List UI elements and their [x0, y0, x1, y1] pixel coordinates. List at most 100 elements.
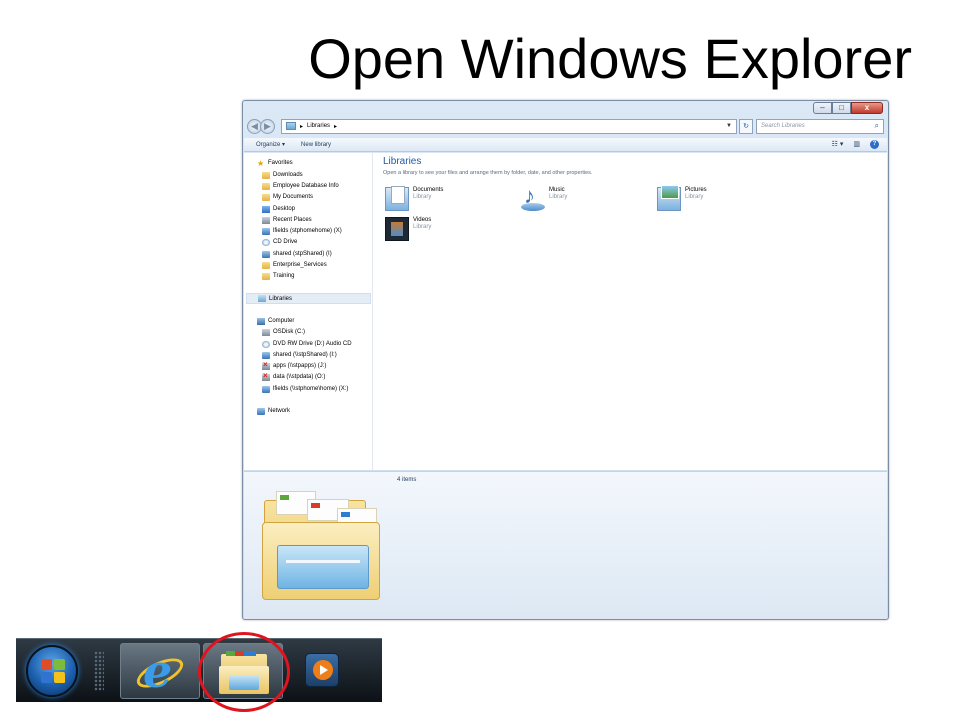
nav-computer[interactable]: Computer	[257, 316, 294, 326]
nav-item-enterprise-services[interactable]: Enterprise_Services	[262, 260, 327, 270]
address-dropdown-icon[interactable]: ▼	[726, 123, 736, 129]
content-pane: Libraries Open a library to see your fil…	[375, 153, 887, 470]
pictures-library-icon	[657, 185, 681, 211]
library-kind: Library	[413, 224, 432, 230]
address-crumb-libraries[interactable]: Libraries	[307, 123, 330, 129]
nav-label: Employee Database Info	[273, 183, 339, 189]
highlight-circle	[198, 632, 290, 712]
forward-button[interactable]: ▶	[260, 118, 275, 134]
nav-network[interactable]: Network	[257, 406, 290, 416]
preview-pane-button[interactable]: ▥	[853, 140, 860, 149]
library-kind: Library	[413, 194, 432, 200]
hard-drive-icon	[262, 328, 270, 336]
library-videos[interactable]: Videos Library	[385, 217, 431, 241]
nav-item-data-drive[interactable]: data (\\stpdata) (O:)	[262, 371, 326, 382]
nav-item-recent-places[interactable]: Recent Places	[262, 215, 312, 225]
caption-buttons: – □ x	[813, 102, 883, 114]
nav-label: Computer	[268, 318, 295, 324]
disconnected-drive-icon	[262, 371, 270, 381]
nav-item-shared-drive[interactable]: shared (\\stpShared) (I:)	[262, 350, 337, 360]
network-drive-icon	[262, 227, 270, 235]
library-name: Music	[549, 187, 565, 193]
content-description: Open a library to see your files and arr…	[383, 170, 593, 176]
new-library-button[interactable]: New library	[301, 142, 331, 148]
nav-label: lfields (\\stphome\home) (X:)	[273, 386, 349, 392]
search-input[interactable]: Search Libraries ⌕	[756, 118, 884, 134]
nav-item-shared-i[interactable]: shared (stpShared) (I)	[262, 249, 332, 259]
network-drive-icon	[262, 250, 270, 258]
library-name: Documents	[413, 187, 444, 193]
library-name: Pictures	[685, 187, 707, 193]
libraries-folder-icon	[286, 122, 296, 130]
folder-icon	[262, 171, 270, 179]
address-bar[interactable]: ▸ Libraries ▸ ▼	[281, 118, 737, 134]
recent-places-icon	[262, 216, 270, 224]
refresh-button[interactable]: ↻	[739, 118, 753, 134]
close-button[interactable]: x	[851, 102, 883, 114]
media-player-icon[interactable]	[305, 653, 339, 687]
address-separator[interactable]: ▸	[334, 123, 337, 130]
nav-label: DVD RW Drive (D:) Audio CD	[273, 341, 352, 347]
change-view-button[interactable]: ☷ ▾	[832, 140, 844, 149]
cd-drive-icon	[262, 238, 270, 246]
window-body: ★ Favorites Downloads Employee Database …	[244, 153, 887, 470]
help-icon[interactable]: ?	[870, 140, 879, 149]
search-icon[interactable]: ⌕	[875, 121, 879, 131]
folder-icon	[262, 261, 270, 269]
music-library-icon	[521, 183, 545, 211]
explorer-window: – □ x ◀ ▶ ▸ Libraries ▸ ▼ ↻ Search Libra…	[242, 100, 889, 620]
nav-label: Training	[273, 273, 295, 279]
library-kind: Library	[549, 194, 568, 200]
nav-label: Favorites	[268, 160, 293, 166]
documents-library-icon	[385, 186, 409, 211]
content-heading: Libraries	[383, 156, 422, 167]
nav-item-downloads[interactable]: Downloads	[262, 170, 303, 180]
nav-item-desktop[interactable]: Desktop	[262, 204, 295, 214]
nav-item-lfields-x[interactable]: lfields (stphomehome) (X)	[262, 226, 342, 236]
network-drive-icon	[262, 385, 270, 393]
network-icon	[257, 407, 265, 415]
nav-item-lfields-drive[interactable]: lfields (\\stphome\home) (X:)	[262, 384, 348, 394]
library-documents[interactable]: Documents Library	[385, 186, 444, 211]
taskbar-grip[interactable]	[94, 651, 104, 691]
internet-explorer-icon[interactable]: e	[120, 643, 200, 699]
command-bar: Organize ▾ New library ☷ ▾ ▥ ?	[244, 138, 887, 152]
start-orb-icon[interactable]	[26, 645, 78, 697]
folder-icon	[262, 193, 270, 201]
nav-label: Recent Places	[273, 217, 312, 223]
library-pictures[interactable]: Pictures Library	[657, 185, 707, 211]
nav-item-employee-database-info[interactable]: Employee Database Info	[262, 181, 339, 191]
nav-label: lfields (stphomehome) (X)	[273, 228, 342, 234]
maximize-button[interactable]: □	[832, 102, 851, 114]
address-separator: ▸	[300, 123, 304, 130]
folder-icon	[262, 182, 270, 190]
nav-label: Enterprise_Services	[273, 262, 327, 268]
item-count: 4 items	[397, 477, 417, 483]
nav-label: Network	[268, 408, 291, 414]
nav-libraries[interactable]: Libraries	[246, 293, 371, 304]
explorer-folder-icon	[262, 486, 382, 600]
library-music[interactable]: Music Library	[521, 183, 568, 211]
desktop-icon	[262, 205, 270, 213]
nav-label: apps (\\stpapps) (J:)	[273, 363, 327, 369]
navigation-pane: ★ Favorites Downloads Employee Database …	[244, 153, 373, 470]
videos-library-icon	[385, 217, 409, 241]
nav-label: data (\\stpdata) (O:)	[273, 374, 326, 380]
details-pane: 4 items	[244, 471, 887, 619]
nav-label: CD Drive	[273, 239, 298, 245]
nav-item-osdisk[interactable]: OSDisk (C:)	[262, 327, 305, 337]
nav-item-training[interactable]: Training	[262, 271, 294, 281]
nav-label: Downloads	[273, 172, 303, 178]
libraries-icon	[258, 295, 266, 302]
nav-item-apps-drive[interactable]: apps (\\stpapps) (J:)	[262, 360, 327, 371]
nav-item-my-documents[interactable]: My Documents	[262, 192, 313, 202]
computer-icon	[257, 317, 265, 325]
nav-label: shared (\\stpShared) (I:)	[273, 352, 337, 358]
nav-favorites[interactable]: ★ Favorites	[257, 158, 293, 168]
nav-item-dvd-drive[interactable]: DVD RW Drive (D:) Audio CD	[262, 339, 352, 349]
navigation-row: ◀ ▶ ▸ Libraries ▸ ▼ ↻ Search Libraries ⌕	[247, 117, 884, 135]
organize-button[interactable]: Organize ▾	[256, 141, 285, 148]
minimize-button[interactable]: –	[813, 102, 832, 114]
nav-item-cd-drive[interactable]: CD Drive	[262, 237, 297, 247]
search-placeholder: Search Libraries	[761, 123, 805, 129]
